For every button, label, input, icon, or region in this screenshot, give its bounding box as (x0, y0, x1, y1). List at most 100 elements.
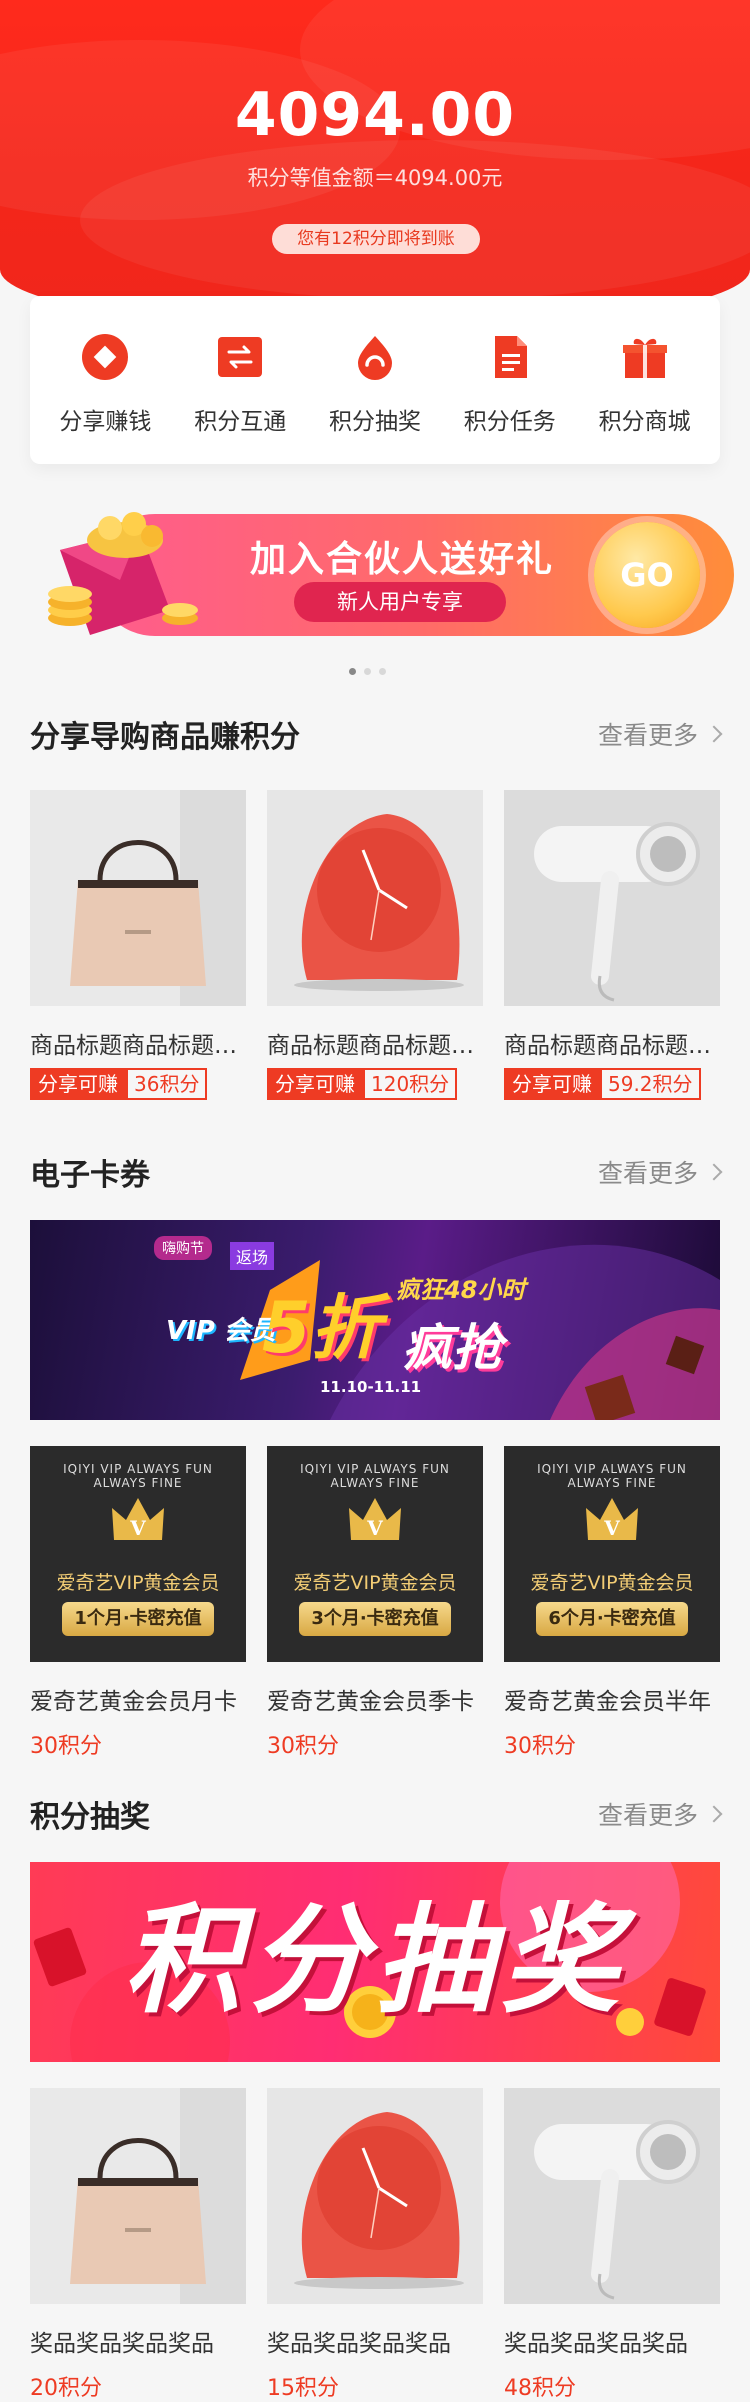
encore-tag: 返场 (230, 1242, 275, 1270)
share-earn-tag: 分享可赚 (504, 1068, 600, 1100)
prize-points: 20积分 (30, 2376, 102, 2401)
coupon-title: 爱奇艺黄金会员月卡 (30, 1689, 237, 1715)
coupon-card[interactable]: IQIYI VIP ALWAYS FUN ALWAYS FINE V 爱奇艺VI… (267, 1446, 483, 1760)
iqiyi-vip-card-image: IQIYI VIP ALWAYS FUN ALWAYS FINE V 爱奇艺VI… (30, 1446, 246, 1662)
prize-image-hairdryer (504, 2088, 720, 2304)
vip-card-plate: 6个月·卡密充值 (536, 1602, 688, 1636)
share-earn-tag: 分享可赚 (267, 1068, 363, 1100)
coupon-card[interactable]: IQIYI VIP ALWAYS FUN ALWAYS FINE V 爱奇艺VI… (504, 1446, 720, 1760)
points-balance: 4094.00 (234, 80, 516, 150)
coupon-row: IQIYI VIP ALWAYS FUN ALWAYS FINE V 爱奇艺VI… (30, 1446, 720, 1760)
sale-dates: 11.10-11.11 (320, 1378, 422, 1396)
vip-member-text: VIP 会员 (166, 1316, 276, 1346)
product-card[interactable]: 商品标题商品标题商品标题 分享可赚 59.2积分 (504, 790, 720, 1100)
chevron-right-icon (705, 1163, 723, 1181)
coupon-section-more-link[interactable]: 查看更多 (597, 1154, 723, 1190)
carousel-dot[interactable] (364, 668, 371, 675)
earn-points-tag: 120积分 (363, 1068, 458, 1100)
prize-card[interactable]: 奖品奖品奖品奖品 15积分 (267, 2088, 483, 2402)
nav-label: 积分商城 (598, 409, 691, 435)
product-title: 商品标题商品标题商品标题 (267, 1033, 483, 1059)
product-image-hairdryer (504, 790, 720, 1006)
nav-item-points-task[interactable]: 积分任务 (445, 296, 575, 464)
nav-item-points-lottery[interactable]: 积分抽奖 (310, 296, 440, 464)
share-section-title: 分享导购商品赚积分 (30, 720, 300, 755)
coupon-section-title: 电子卡券 (30, 1158, 150, 1193)
product-card[interactable]: 商品标题商品标题商品标题 分享可赚 36积分 (30, 790, 246, 1100)
banner-go-button[interactable]: GO (594, 522, 700, 628)
product-image-clock (267, 790, 483, 1006)
lottery-section-title: 积分抽奖 (30, 1800, 150, 1835)
nav-label: 积分任务 (463, 409, 556, 435)
vip-card-name: 爱奇艺VIP黄金会员 (293, 1572, 457, 1594)
earn-points-tag: 36积分 (126, 1068, 208, 1100)
share-diamond-icon (80, 332, 130, 382)
vip-card-slogan: IQIYI VIP ALWAYS FUN ALWAYS FINE (300, 1462, 450, 1490)
earn-tag-group: 分享可赚 59.2积分 (504, 1068, 720, 1100)
red-envelope-illustration (48, 512, 198, 635)
carousel-indicator (349, 668, 386, 675)
prize-title: 奖品奖品奖品奖品 (267, 2331, 451, 2357)
discount-text: 5折 (262, 1287, 381, 1369)
svg-text:V: V (366, 1516, 383, 1540)
vip-card-name: 爱奇艺VIP黄金会员 (56, 1572, 220, 1594)
nav-label: 积分互通 (194, 409, 287, 435)
gift-box-icon (620, 332, 670, 382)
quick-nav-card: 分享赚钱 积分互通 积分抽奖 积分任务 积分商城 (30, 296, 720, 464)
nav-item-points-mall[interactable]: 积分商城 (580, 296, 710, 464)
banner-title: 加入合伙人送好礼 (250, 539, 555, 580)
lottery-prize-row: 奖品奖品奖品奖品 20积分 奖品奖品奖品奖品 15积分 奖品奖品奖品奖品 48积… (30, 2088, 720, 2402)
prize-title: 奖品奖品奖品奖品 (30, 2331, 214, 2357)
carousel-dot-active[interactable] (349, 668, 356, 675)
crown-icon: V (586, 1498, 638, 1540)
share-earn-tag: 分享可赚 (30, 1068, 126, 1100)
partner-promo-banner[interactable]: 加入合伙人送好礼 新人用户专享 GO (30, 500, 734, 650)
coupon-points: 30积分 (30, 1734, 102, 1759)
lottery-banner-text: 积分抽奖 (122, 1891, 627, 2029)
rush-text: 疯抢 (402, 1319, 502, 1377)
svg-text:V: V (129, 1516, 146, 1540)
iqiyi-vip-card-image: IQIYI VIP ALWAYS FUN ALWAYS FINE V 爱奇艺VI… (504, 1446, 720, 1662)
carousel-dot[interactable] (379, 668, 386, 675)
crazy-48-text: 疯狂48小时 (396, 1276, 526, 1304)
crown-icon: V (112, 1498, 164, 1540)
nav-item-points-exchange[interactable]: 积分互通 (175, 296, 305, 464)
more-label: 查看更多 (597, 1159, 698, 1188)
svg-text:V: V (603, 1516, 620, 1540)
prize-points: 15积分 (267, 2376, 339, 2401)
crown-icon: V (349, 1498, 401, 1540)
chevron-right-icon (705, 725, 723, 743)
vip-card-slogan: IQIYI VIP ALWAYS FUN ALWAYS FINE (537, 1462, 687, 1490)
points-equivalent-amount: 积分等值金额＝4094.00元 (247, 166, 503, 190)
prize-points: 48积分 (504, 2376, 576, 2401)
prize-card[interactable]: 奖品奖品奖品奖品 20积分 (30, 2088, 246, 2402)
product-title: 商品标题商品标题商品标题 (504, 1033, 720, 1059)
prize-image-handbag (30, 2088, 246, 2304)
lottery-section-more-link[interactable]: 查看更多 (597, 1796, 723, 1832)
earn-tag-group: 分享可赚 120积分 (267, 1068, 483, 1100)
more-label: 查看更多 (597, 1801, 698, 1830)
nav-item-share-earn[interactable]: 分享赚钱 (40, 296, 170, 464)
task-document-icon (485, 332, 535, 382)
share-section-more-link[interactable]: 查看更多 (598, 716, 723, 752)
coupon-title: 爱奇艺黄金会员季卡 (267, 1689, 474, 1715)
prize-title: 奖品奖品奖品奖品 (504, 2331, 688, 2357)
incoming-points-notice[interactable]: 您有12积分即将到账 (272, 224, 480, 254)
exchange-arrows-icon (215, 332, 265, 382)
coupon-title: 爱奇艺黄金会员半年 (504, 1689, 711, 1715)
vip-card-plate: 1个月·卡密充值 (62, 1602, 214, 1636)
share-product-row: 商品标题商品标题商品标题 分享可赚 36积分 商品标题商品标题商品标题 分享可赚… (30, 790, 720, 1100)
iqiyi-vip-card-image: IQIYI VIP ALWAYS FUN ALWAYS FINE V 爱奇艺VI… (267, 1446, 483, 1662)
vip-card-name: 爱奇艺VIP黄金会员 (530, 1572, 694, 1594)
lottery-banner[interactable]: 积分抽奖 (30, 1862, 720, 2062)
coupon-card[interactable]: IQIYI VIP ALWAYS FUN ALWAYS FINE V 爱奇艺VI… (30, 1446, 246, 1760)
product-card[interactable]: 商品标题商品标题商品标题 分享可赚 120积分 (267, 790, 483, 1100)
coupon-points: 30积分 (267, 1734, 339, 1759)
points-header: 4094.00 积分等值金额＝4094.00元 您有12积分即将到账 (0, 0, 750, 330)
chevron-right-icon (705, 1805, 723, 1823)
vip-card-slogan: IQIYI VIP ALWAYS FUN ALWAYS FINE (63, 1462, 213, 1490)
product-title: 商品标题商品标题商品标题 (30, 1033, 246, 1059)
prize-card[interactable]: 奖品奖品奖品奖品 48积分 (504, 2088, 720, 2402)
vip-sale-banner[interactable]: 嗨购节 返场 VIP 会员 5折 疯狂48小时 疯抢 11.10-11.11 (30, 1220, 720, 1420)
product-image-handbag (30, 790, 246, 1006)
